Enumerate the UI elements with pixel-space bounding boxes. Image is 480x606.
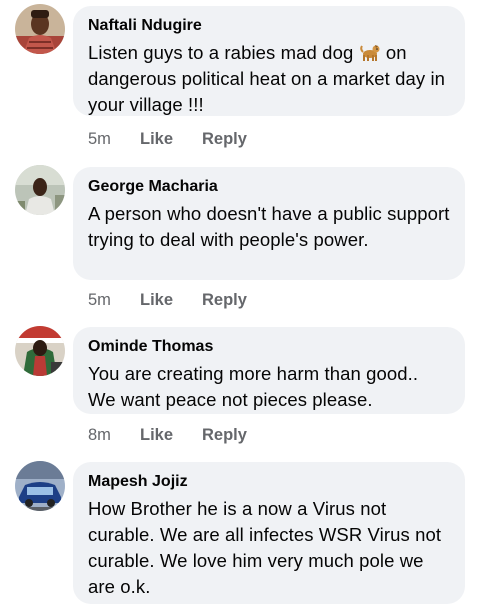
avatar-photo [15, 461, 65, 511]
comment-bubble: George Macharia A person who doesn't hav… [73, 167, 465, 280]
avatar-photo [15, 326, 65, 376]
comment-text: Listen guys to a rabies mad dog on dange… [88, 40, 450, 118]
reply-button[interactable]: Reply [202, 425, 247, 445]
avatar-photo [15, 4, 65, 54]
avatar[interactable] [15, 165, 65, 215]
avatar-photo [15, 165, 65, 215]
comment-actions: 8m Like Reply [88, 425, 247, 445]
reply-button[interactable]: Reply [202, 290, 247, 310]
comment-author[interactable]: Naftali Ndugire [88, 16, 450, 36]
avatar[interactable] [15, 4, 65, 54]
comment-bubble: Ominde Thomas You are creating more harm… [73, 327, 465, 414]
dog-emoji-icon [359, 41, 381, 63]
like-button[interactable]: Like [140, 425, 202, 445]
like-button[interactable]: Like [140, 129, 202, 149]
comment-bubble: Mapesh Jojiz How Brother he is a now a V… [73, 462, 465, 604]
comment-author[interactable]: George Macharia [88, 177, 450, 197]
comment-text: How Brother he is a now a Virus not cura… [88, 498, 442, 597]
comment-time[interactable]: 5m [88, 129, 140, 149]
comment-author[interactable]: Ominde Thomas [88, 337, 450, 357]
avatar[interactable] [15, 461, 65, 511]
comment-text: A person who doesn't have a public suppo… [88, 203, 450, 250]
comment-actions: 5m Like Reply [88, 290, 247, 310]
comment-text: You are creating more harm than good.. W… [88, 363, 419, 410]
like-button[interactable]: Like [140, 290, 202, 310]
avatar[interactable] [15, 326, 65, 376]
comment-actions: 5m Like Reply [88, 129, 247, 149]
comment-time[interactable]: 8m [88, 425, 140, 445]
comment-time[interactable]: 5m [88, 290, 140, 310]
comment-bubble: Naftali Ndugire Listen guys to a rabies … [73, 6, 465, 116]
comment-text-part: Listen guys to a rabies mad dog [88, 42, 359, 63]
reply-button[interactable]: Reply [202, 129, 247, 149]
comment-author[interactable]: Mapesh Jojiz [88, 472, 450, 492]
